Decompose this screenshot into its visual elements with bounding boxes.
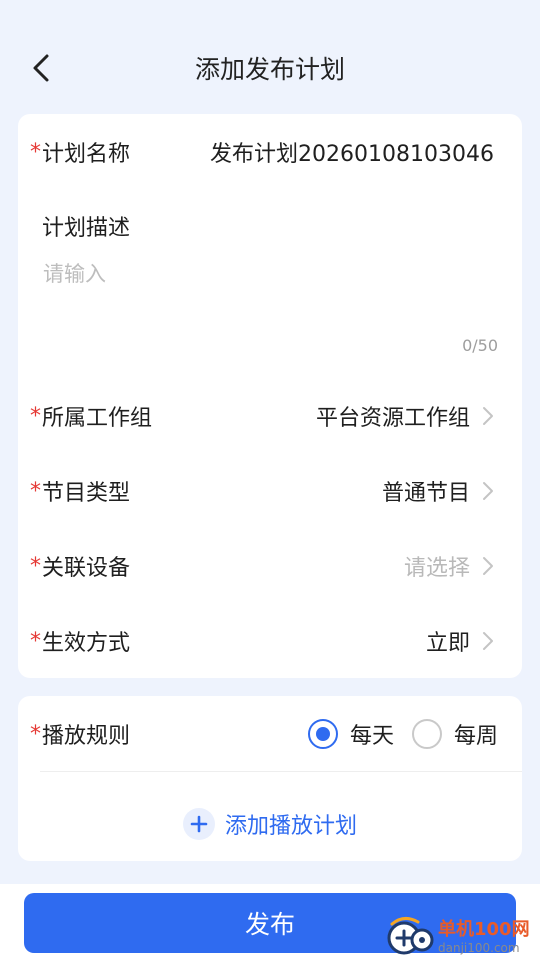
watermark-logo-icon [387,917,434,955]
devices-label-text: 关联设备 [42,556,131,581]
devices-row[interactable]: * 关联设备 请选择 [18,536,522,596]
page-title: 添加发布计划 [194,55,345,84]
required-mark: * [30,478,41,504]
plan-name-label-text: 计划名称 [42,142,131,167]
workgroup-value: 平台资源工作组 [315,406,470,431]
effect-mode-value: 立即 [425,631,470,656]
devices-label: * 关联设备 [30,550,130,582]
program-type-label-text: 节目类型 [42,481,131,506]
workgroup-label: * 所属工作组 [30,400,152,432]
program-type-value: 普通节目 [381,481,470,506]
plan-desc-row: 计划描述 [18,196,522,256]
radio-daily-label: 每天 [349,724,394,749]
plan-desc-input[interactable]: 请输入 [43,258,106,288]
radio-option-daily[interactable]: 每天 [307,718,394,750]
form-card: * 计划名称 发布计划20260108103046 计划描述 请输入 0/50 … [18,114,522,678]
effect-mode-row[interactable]: * 生效方式 立即 [18,611,522,671]
radio-daily[interactable] [307,719,338,749]
watermark-texts: 单机100网 danji100.com [438,919,530,955]
plan-name-input[interactable]: 发布计划20260108103046 [210,136,498,168]
radio-weekly-label: 每周 [453,724,498,749]
chevron-right-icon [480,555,496,577]
watermark-title: 单机100网 [438,919,530,940]
add-play-plan-button[interactable]: 添加播放计划 [18,804,522,844]
char-counter: 0/50 [462,336,498,355]
chevron-right-icon [480,630,496,652]
play-rule-radio-group: 每天 每周 [290,718,498,750]
add-play-plan-label: 添加播放计划 [224,814,357,839]
plan-name-row: * 计划名称 发布计划20260108103046 [18,122,522,182]
chevron-right-icon [480,405,496,427]
program-type-label: * 节目类型 [30,475,130,507]
plan-desc-label: 计划描述 [30,210,130,242]
play-rule-row: * 播放规则 每天 每周 [18,704,522,764]
required-mark: * [30,403,41,429]
workgroup-row[interactable]: * 所属工作组 平台资源工作组 [18,386,522,446]
watermark: 单机100网 danji100.com [384,914,536,960]
play-rule-label: * 播放规则 [30,718,130,750]
radio-option-weekly[interactable]: 每周 [411,718,498,750]
required-mark: * [30,628,41,654]
required-mark: * [30,553,41,579]
radio-weekly[interactable] [411,719,442,749]
page: 添加发布计划 * 计划名称 发布计划20260108103046 计划描述 请输… [0,0,540,960]
effect-mode-label-text: 生效方式 [42,631,131,656]
plus-icon [182,808,215,840]
watermark-url: danji100.com [438,941,520,955]
play-rule-label-text: 播放规则 [42,724,131,749]
header: 添加发布计划 [0,28,540,108]
workgroup-label-text: 所属工作组 [42,406,153,431]
required-mark: * [30,721,41,747]
plan-desc-label-text: 计划描述 [42,216,131,241]
chevron-right-icon [480,480,496,502]
devices-value: 请选择 [403,556,470,581]
divider [40,771,522,772]
plan-name-label: * 计划名称 [30,136,130,168]
play-rule-card: * 播放规则 每天 每周 添加播放计划 [18,696,522,861]
required-mark: * [30,139,41,165]
effect-mode-label: * 生效方式 [30,625,130,657]
program-type-row[interactable]: * 节目类型 普通节目 [18,461,522,521]
